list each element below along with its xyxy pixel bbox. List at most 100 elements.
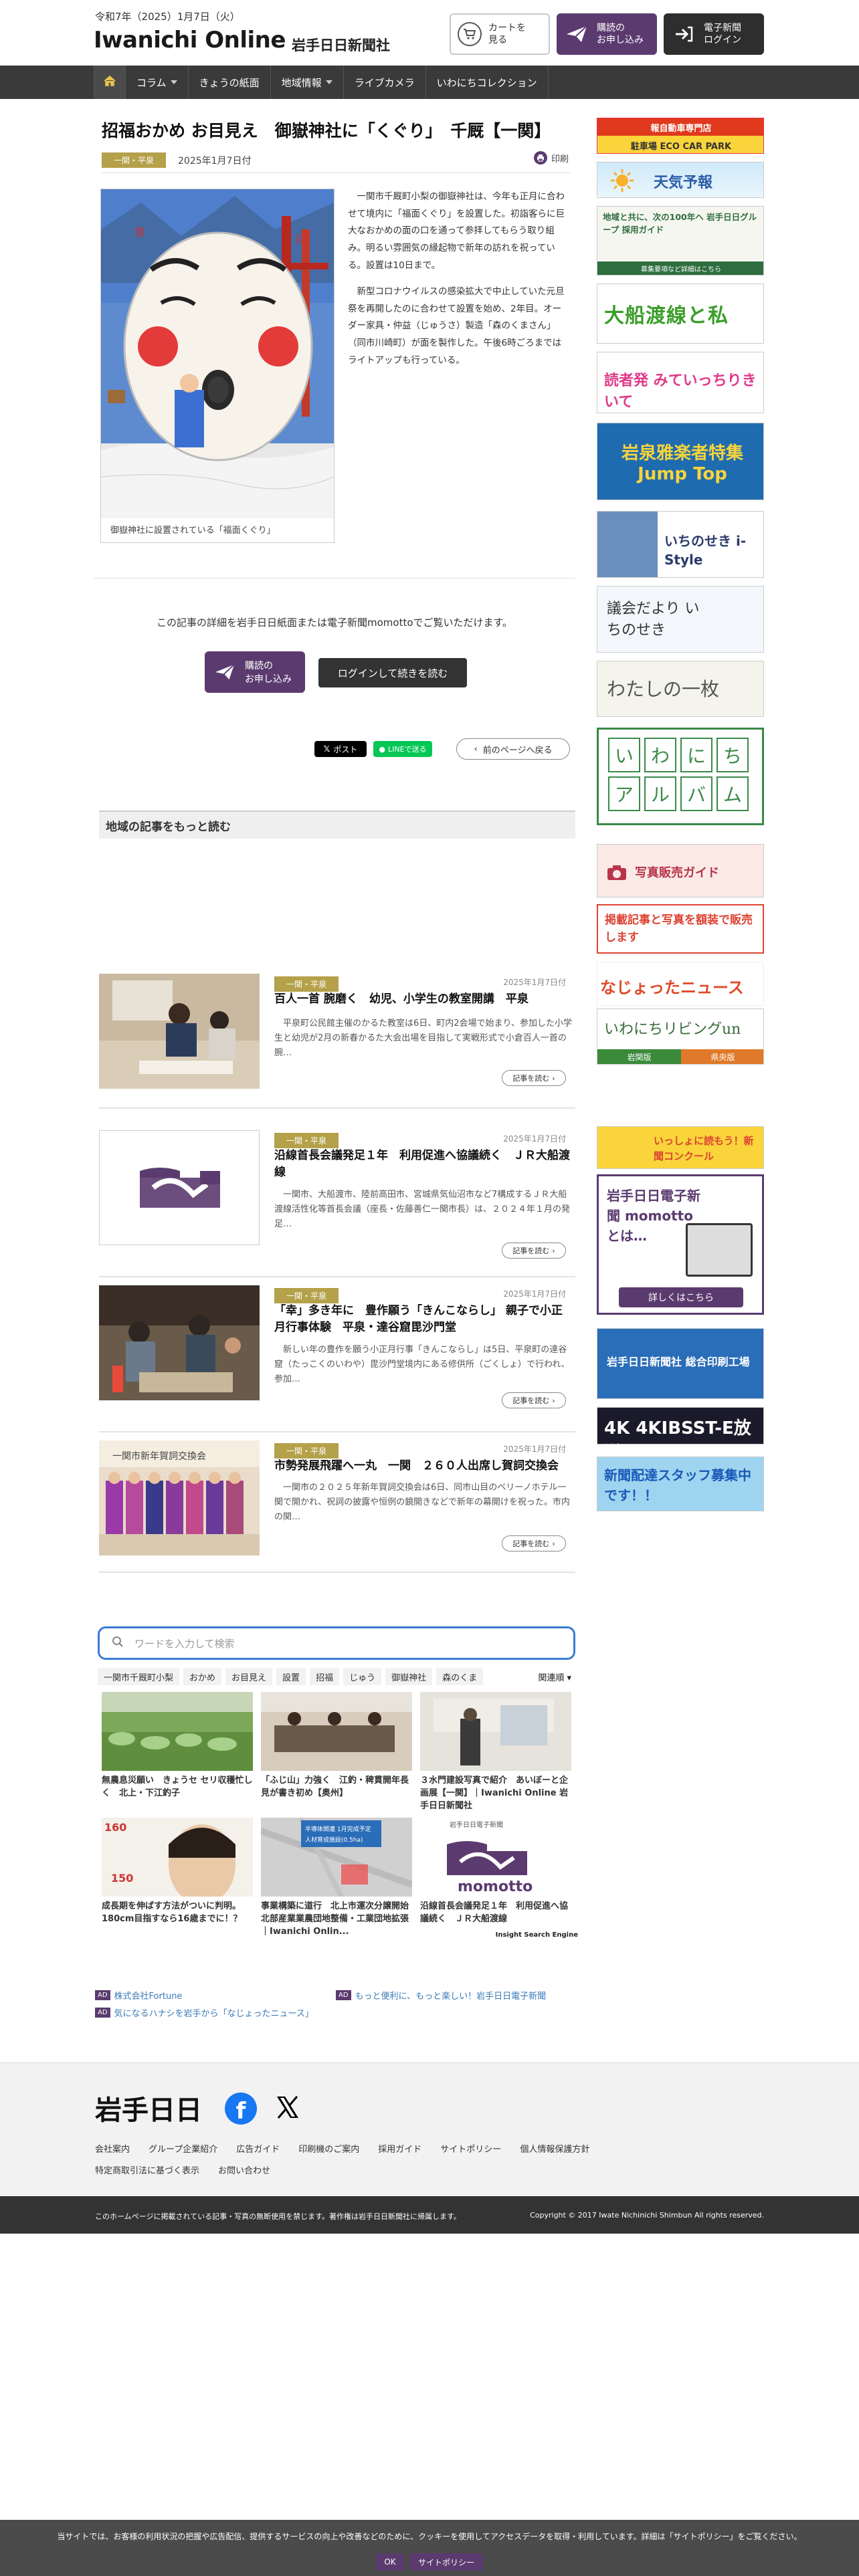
search-result-card[interactable]: 岩手日日電子新聞 momotto 沿線首長会議発足１年 利用促進へ協議続く ＪＲ大… xyxy=(420,1818,571,1939)
share-x-button[interactable]: 𝕏 ポスト xyxy=(314,741,367,757)
nav-collection[interactable]: いわにちコレクション xyxy=(426,66,549,99)
cookie-ok-button[interactable]: OK xyxy=(376,2553,404,2571)
banner-eco-car-park[interactable]: 報自動車専門店 駐車場 ECO CAR PARK xyxy=(597,118,764,154)
footer-link[interactable]: 会社案内 xyxy=(95,2142,130,2155)
cart-button[interactable]: カートを 見る xyxy=(450,13,550,55)
keyword-chip[interactable]: 御嶽神社 xyxy=(385,1668,433,1685)
news-tag[interactable]: 一関・平泉 xyxy=(274,1443,339,1459)
news-thumbnail[interactable] xyxy=(99,974,260,1089)
insight-search-brand[interactable]: Insight Search Engine xyxy=(496,1931,578,1939)
banner-printing-factory[interactable]: 岩手日日新聞社 総合印刷工場 xyxy=(597,1328,764,1399)
search-result-card[interactable]: 無農息災願い きょうセ セリ収穫忙しく 北上・下江釣子 xyxy=(102,1692,253,1814)
site-logo-sub[interactable]: 岩手日日新聞社 xyxy=(292,35,390,55)
news-title[interactable]: 沿線首長会議発足１年 利用促進へ協議続く ＪＲ大船渡線 xyxy=(274,1148,573,1180)
nav-column[interactable]: コラム xyxy=(126,66,189,99)
banner-momotto[interactable]: 岩手日日電子新聞 momotto とは… 詳しくはこちら xyxy=(597,1174,764,1315)
nav-local-info[interactable]: 地域情報 xyxy=(271,66,344,99)
paywall-login-button[interactable]: ログインして続きを読む xyxy=(318,658,467,687)
banner-living-tab-ryokan[interactable]: 岩関版 xyxy=(597,1049,681,1064)
facebook-icon[interactable]: f xyxy=(225,2092,257,2125)
banner-weather[interactable]: 天気予報 xyxy=(597,162,764,198)
news-tag[interactable]: 一関・平泉 xyxy=(274,1288,339,1303)
search-result-title[interactable]: 事業構築に道行 北上市運次分譲開始 北部産業業農団地整備・工業団地拡張｜Iwan… xyxy=(261,1901,412,1938)
nav-todays-paper[interactable]: きょうの紙面 xyxy=(189,66,271,99)
footer-link[interactable]: 個人情報保護方針 xyxy=(520,2142,589,2155)
search-result-title[interactable]: 無農息災願い きょうセ セリ収穫忙しく 北上・下江釣子 xyxy=(102,1775,253,1812)
footer-link[interactable]: 広告ガイド xyxy=(236,2142,280,2155)
search-input[interactable]: ワードを入力して検索 xyxy=(134,1636,235,1650)
banner-photo-sales[interactable]: 写真販売ガイド xyxy=(597,844,764,897)
search-result-card[interactable]: 160 150 成長期を伸ばす方法がついに判明。180cm目指すなら16歳までに！… xyxy=(102,1818,253,1939)
banner-living-tab-kenou[interactable]: 県央版 xyxy=(681,1049,763,1064)
footer-logo[interactable]: 岩手日日 xyxy=(95,2088,202,2127)
search-result-title[interactable]: 成長期を伸ばす方法がついに判明。180cm目指すなら16歳までに！？ xyxy=(102,1901,253,1938)
print-button[interactable]: 印刷 xyxy=(533,151,569,165)
read-more-button[interactable]: 記事を読む › xyxy=(502,1392,566,1408)
news-title[interactable]: 百人一首 腕磨く 幼児、小学生の教室開講 平泉 xyxy=(274,991,573,1008)
banner-4k-broadcast[interactable]: 4K 4KIBSST-E放送 xyxy=(597,1407,764,1444)
news-thumbnail[interactable] xyxy=(99,1130,260,1245)
search-result-title[interactable]: ３水門建設写真で紹介 あいぼーと企画展【一関】｜Iwanichi Online … xyxy=(420,1775,571,1812)
banner-iwanichi-album[interactable]: い わ に ち ア ル バ ム xyxy=(597,728,764,825)
paywall-subscribe-button[interactable]: 購読の お申し込み xyxy=(205,651,305,693)
search-result-image[interactable]: 半導体関連 1月完成予定 人材育成施設(0.5ha) xyxy=(261,1818,412,1897)
footer-link[interactable]: サイトポリシー xyxy=(440,2142,501,2155)
news-tag[interactable]: 一関・平泉 xyxy=(274,1133,339,1148)
keyword-chip[interactable]: 設置 xyxy=(276,1668,306,1685)
banner-momotto-cta[interactable]: 詳しくはこちら xyxy=(619,1287,743,1307)
site-logo[interactable]: Iwanichi Online xyxy=(94,27,286,53)
banner-framed-photos[interactable]: 掲載記事と写真を額装で販売します xyxy=(597,904,764,954)
banner-council-news[interactable]: 議会だより いちのせき xyxy=(597,586,764,653)
news-thumbnail[interactable] xyxy=(99,1285,260,1400)
keyword-chip[interactable]: おかめ xyxy=(183,1668,222,1685)
news-item[interactable]: 一関・平泉 2025年1月7日付 百人一首 腕磨く 幼児、小学生の教室開講 平泉… xyxy=(99,974,575,1101)
banner-delivery-staff[interactable]: 新聞配達スタッフ募集中です！！ xyxy=(597,1457,764,1511)
news-title[interactable]: 市勢発展飛躍へ一丸 一関 ２６０人出席し賀詞交換会 xyxy=(274,1458,573,1475)
search-result-card[interactable]: 「ふじ山」力強く 江釣・稗貫開年長見が書き初め【奥州】 xyxy=(261,1692,412,1814)
article-tag[interactable]: 一関・平泉 xyxy=(102,152,167,168)
ad-link[interactable]: AD 株式会社Fortune xyxy=(95,1989,182,2002)
news-thumbnail[interactable]: 一関市新年賀詞交換会 xyxy=(99,1440,260,1555)
search-box[interactable]: ワードを入力して検索 xyxy=(98,1626,575,1660)
news-item[interactable]: 一関・平泉 2025年1月7日付 「幸」多き年に 豊作願う「きんこならし」 親子… xyxy=(99,1285,575,1412)
back-button[interactable]: ‹ 前のページへ戻る xyxy=(456,738,570,760)
search-result-title[interactable]: 「ふじ山」力強く 江釣・稗貫開年長見が書き初め【奥州】 xyxy=(261,1775,412,1812)
news-item[interactable]: 一関市新年賀詞交換会 一関・平泉 2025年1月7日付 市勢発展飛躍へ一丸 一関… xyxy=(99,1440,575,1568)
keyword-chip[interactable]: 一関市千厩町小梨 xyxy=(98,1668,180,1685)
search-result-image[interactable] xyxy=(102,1692,253,1771)
banner-reader-posts[interactable]: 読者発 みていっちりきいて xyxy=(597,352,764,413)
share-line-button[interactable]: ● LINEで送る xyxy=(373,741,432,757)
footer-link[interactable]: 印刷機のご案内 xyxy=(298,2142,359,2155)
keyword-chip[interactable]: 招福 xyxy=(310,1668,340,1685)
news-tag[interactable]: 一関・平泉 xyxy=(274,976,339,992)
news-item[interactable]: 一関・平泉 2025年1月7日付 沿線首長会議発足１年 利用促進へ協議続く ＪＲ… xyxy=(99,1130,575,1259)
ad-link-text[interactable]: もっと便利に、もっと楽しい！岩手日日電子新聞 xyxy=(355,1989,547,2002)
sort-select[interactable]: 関連順 ▾ xyxy=(534,1668,575,1685)
banner-najotta-news[interactable]: なじょったニュース xyxy=(597,962,764,1006)
search-result-image[interactable]: 岩手日日電子新聞 momotto xyxy=(420,1818,571,1897)
nav-live-camera[interactable]: ライブカメラ xyxy=(344,66,426,99)
ad-link[interactable]: AD 気になるハナシを岩手から「なじょったニュース」 xyxy=(95,2006,314,2019)
read-more-button[interactable]: 記事を読む › xyxy=(502,1535,566,1551)
ad-link-text[interactable]: 気になるハナシを岩手から「なじょったニュース」 xyxy=(114,2006,314,2019)
search-result-card[interactable]: ３水門建設写真で紹介 あいぼーと企画展【一関】｜Iwanichi Online … xyxy=(420,1692,571,1814)
search-result-image[interactable] xyxy=(420,1692,571,1771)
banner-jump-top[interactable]: 岩泉雅楽者特集 Jump Top xyxy=(597,423,764,500)
ad-link[interactable]: AD もっと便利に、もっと楽しい！岩手日日電子新聞 xyxy=(336,1989,546,2002)
footer-link[interactable]: 採用ガイド xyxy=(378,2142,421,2155)
banner-ichinoseki-istyle[interactable]: いちのせき i-Style xyxy=(597,511,764,578)
banner-watashi-no-ichimai[interactable]: わたしの一枚 xyxy=(597,661,764,717)
read-more-button[interactable]: 記事を読む › xyxy=(502,1243,566,1259)
news-title[interactable]: 「幸」多き年に 豊作願う「きんこならし」 親子で小正月行事体験 平泉・達谷窟毘沙… xyxy=(274,1303,573,1335)
keyword-chip[interactable]: じゅう xyxy=(343,1668,382,1685)
banner-recruit[interactable]: 地域と共に、次の100年へ 岩手日日グループ 採用ガイド 募集要項など詳細はこち… xyxy=(597,206,764,276)
keyword-chip[interactable]: 森のくま xyxy=(436,1668,484,1685)
read-more-button[interactable]: 記事を読む › xyxy=(502,1070,566,1086)
footer-link[interactable]: グループ企業紹介 xyxy=(149,2142,217,2155)
search-result-image[interactable]: 160 150 xyxy=(102,1818,253,1897)
nav-home[interactable] xyxy=(94,66,126,99)
banner-living-un[interactable]: いわにちリビングun 岩関版 県央版 xyxy=(597,1008,764,1065)
keyword-chip[interactable]: お目見え xyxy=(225,1668,273,1685)
e-paper-login-button[interactable]: 電子新聞 ログイン xyxy=(664,13,764,55)
ad-link-text[interactable]: 株式会社Fortune xyxy=(114,1989,183,2002)
